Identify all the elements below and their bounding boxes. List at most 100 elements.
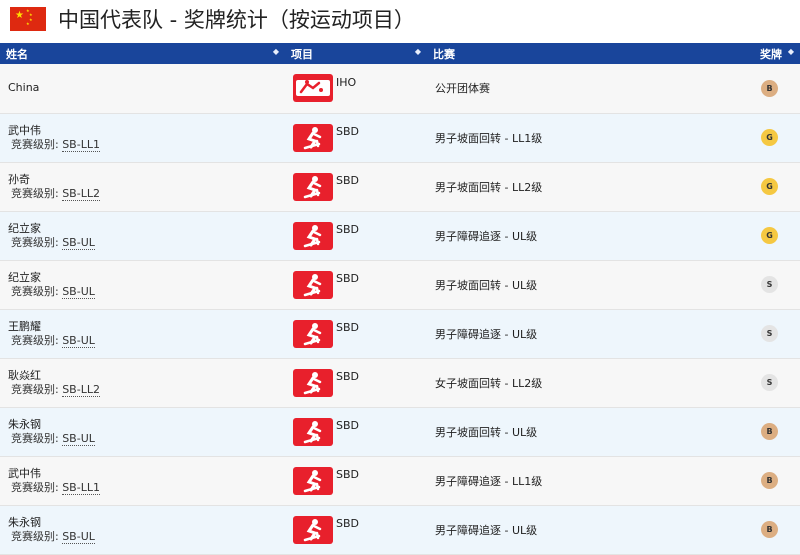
ice-hockey-icon <box>293 74 333 103</box>
event-name: 男子坡面回转 - LL2级 <box>435 180 543 194</box>
class-line: 竞赛级别: SB-LL2 <box>8 186 285 201</box>
athlete-name[interactable]: 纪立家 <box>8 271 285 285</box>
event-name: 女子坡面回转 - LL2级 <box>435 376 543 390</box>
table-row: 朱永钢 竞赛级别: SB-UL SBD 男子障碍追逐 - UL级 B <box>0 505 800 554</box>
table-row: 武中伟 竞赛级别: SB-LL1 SBD 男子坡面回转 - LL1级 G <box>0 113 800 162</box>
class-value[interactable]: SB-LL1 <box>62 480 100 495</box>
sport-cell: SBD <box>285 309 427 358</box>
medal-cell: B <box>717 505 800 554</box>
table-row: 耿焱红 竞赛级别: SB-LL2 SBD 女子坡面回转 - LL2级 S <box>0 358 800 407</box>
athlete-name[interactable]: 武中伟 <box>8 124 285 138</box>
sport-code: SBD <box>336 370 359 383</box>
athlete-name[interactable]: 朱永钢 <box>8 516 285 530</box>
sport-cell: SBD <box>285 505 427 554</box>
class-line: 竞赛级别: SB-UL <box>8 333 285 348</box>
event-cell: 男子坡面回转 - LL1级 <box>427 113 717 162</box>
column-header-event[interactable]: 比赛 <box>427 43 717 64</box>
event-name: 公开团体赛 <box>435 82 490 96</box>
sport-code: SBD <box>336 174 359 187</box>
sport-code: SBD <box>336 321 359 334</box>
class-label: 竞赛级别: <box>11 382 63 396</box>
athlete-cell: 王鹏耀 竞赛级别: SB-UL <box>0 309 285 358</box>
class-value[interactable]: SB-UL <box>62 284 95 299</box>
event-name: 男子障碍追逐 - UL级 <box>435 523 538 537</box>
athlete-cell: 纪立家 竞赛级别: SB-UL <box>0 260 285 309</box>
athlete-name[interactable]: 朱永钢 <box>8 418 285 432</box>
title-bar: ★ ★ ★ ★ ★ 中国代表队 - 奖牌统计（按运动项目） <box>0 0 800 38</box>
class-value[interactable]: SB-UL <box>62 529 95 544</box>
column-header-sport[interactable]: 项目 ◆ <box>285 43 427 64</box>
snowboard-icon <box>293 270 333 299</box>
athlete-name[interactable]: 纪立家 <box>8 222 285 236</box>
athlete-name[interactable]: 耿焱红 <box>8 369 285 383</box>
medal-cell: S <box>717 358 800 407</box>
athlete-name[interactable]: 武中伟 <box>8 467 285 481</box>
event-cell: 女子坡面回转 - LL2级 <box>427 358 717 407</box>
class-label: 竞赛级别: <box>11 529 63 543</box>
medal-badge-icon: G <box>761 178 778 195</box>
event-name: 男子坡面回转 - UL级 <box>435 425 538 439</box>
athlete-cell: 纪立家 竞赛级别: SB-UL <box>0 211 285 260</box>
event-name: 男子障碍追逐 - UL级 <box>435 229 538 243</box>
class-label: 竞赛级别: <box>11 431 63 445</box>
athlete-cell: 武中伟 竞赛级别: SB-LL1 <box>0 456 285 505</box>
event-cell: 男子坡面回转 - UL级 <box>427 260 717 309</box>
event-name: 男子坡面回转 - UL级 <box>435 278 538 292</box>
class-line: 竞赛级别: SB-LL1 <box>8 137 285 152</box>
athlete-name[interactable]: 孙奇 <box>8 173 285 187</box>
snowboard-icon <box>293 123 333 152</box>
event-cell: 男子障碍追逐 - UL级 <box>427 505 717 554</box>
column-header-name[interactable]: 姓名 ◆ <box>0 43 285 64</box>
snowboard-icon <box>293 368 333 397</box>
snowboard-icon <box>293 319 333 348</box>
snowboard-icon <box>293 466 333 495</box>
table-header-row: 姓名 ◆ 项目 ◆ 比赛 奖牌 ◆ <box>0 43 800 64</box>
class-line: 竞赛级别: SB-UL <box>8 431 285 446</box>
sport-code: IHO <box>336 75 357 89</box>
class-value[interactable]: SB-UL <box>62 235 95 250</box>
sort-icon[interactable]: ◆ <box>415 47 421 56</box>
column-header-medal[interactable]: 奖牌 ◆ <box>717 43 800 64</box>
class-label: 竞赛级别: <box>11 480 63 494</box>
sport-code: SBD <box>336 419 359 432</box>
athlete-cell: 朱永钢 竞赛级别: SB-UL <box>0 407 285 456</box>
sort-icon[interactable]: ◆ <box>273 47 279 56</box>
event-name: 男子障碍追逐 - LL1级 <box>435 474 543 488</box>
medal-badge-icon: G <box>761 227 778 244</box>
sport-cell: SBD <box>285 113 427 162</box>
event-cell: 男子障碍追逐 - LL1级 <box>427 456 717 505</box>
sort-icon[interactable]: ◆ <box>788 47 794 56</box>
class-value[interactable]: SB-UL <box>62 333 95 348</box>
medal-cell: G <box>717 211 800 260</box>
class-line: 竞赛级别: SB-UL <box>8 284 285 299</box>
snowboard-icon <box>293 221 333 250</box>
china-flag-icon: ★ ★ ★ ★ ★ <box>10 7 46 31</box>
class-value[interactable]: SB-LL2 <box>62 186 100 201</box>
table-row: 孙奇 竞赛级别: SB-LL2 SBD 男子坡面回转 - LL2级 G <box>0 162 800 211</box>
table-row: 王鹏耀 竞赛级别: SB-UL SBD 男子障碍追逐 - UL级 S <box>0 309 800 358</box>
medal-badge-icon: G <box>761 129 778 146</box>
sport-cell: SBD <box>285 211 427 260</box>
class-value[interactable]: SB-LL2 <box>62 382 100 397</box>
class-label: 竞赛级别: <box>11 333 63 347</box>
table-row: 纪立家 竞赛级别: SB-UL SBD 男子障碍追逐 - UL级 G <box>0 211 800 260</box>
medal-badge-icon: S <box>761 374 778 391</box>
table-row: 武中伟 竞赛级别: SB-LL1 SBD 男子障碍追逐 - LL1级 B <box>0 456 800 505</box>
class-label: 竞赛级别: <box>11 137 63 151</box>
class-value[interactable]: SB-LL1 <box>62 137 100 152</box>
class-value[interactable]: SB-UL <box>62 431 95 446</box>
medal-table: 姓名 ◆ 项目 ◆ 比赛 奖牌 ◆ China IHO 公开团体赛 B 武中伟 竞赛级别: SB… <box>0 43 800 555</box>
sport-code: SBD <box>336 125 359 138</box>
event-name: 男子障碍追逐 - UL级 <box>435 327 538 341</box>
event-cell: 男子障碍追逐 - UL级 <box>427 211 717 260</box>
class-line: 竞赛级别: SB-LL1 <box>8 480 285 495</box>
athlete-name[interactable]: 王鹏耀 <box>8 320 285 334</box>
class-line: 竞赛级别: SB-UL <box>8 235 285 250</box>
snowboard-icon <box>293 417 333 446</box>
sport-cell: SBD <box>285 456 427 505</box>
event-name: 男子坡面回转 - LL1级 <box>435 131 543 145</box>
sport-cell: SBD <box>285 260 427 309</box>
medal-badge-icon: B <box>761 79 778 97</box>
athlete-name[interactable]: China <box>8 81 285 95</box>
snowboard-icon <box>293 515 333 544</box>
